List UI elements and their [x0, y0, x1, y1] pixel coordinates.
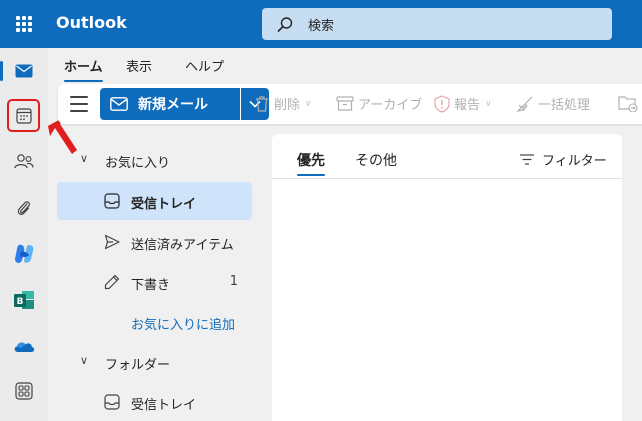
app-launcher-icon[interactable]	[16, 16, 32, 32]
tab-help[interactable]: ヘルプ	[185, 56, 224, 75]
tab-focused[interactable]: 優先	[297, 150, 325, 176]
folder-label: 下書き	[131, 278, 171, 293]
folder-label: 受信トレイ	[131, 398, 197, 413]
filter-button[interactable]: フィルター	[520, 150, 607, 169]
search-icon	[277, 17, 293, 32]
chevron-down-icon[interactable]: ∨	[80, 152, 88, 165]
folder-item-sent[interactable]: 送信済みアイテム	[57, 223, 252, 261]
folder-item-drafts[interactable]: 下書き 1	[57, 263, 252, 301]
folder-pane: ∨ お気に入り 受信トレイ 送信済みアイテム 下書き 1 お気に入りに追加 ∨ …	[48, 128, 262, 421]
command-toolbar: 新規メール 削除 ∨ アーカイブ 報告 ∨ 一括処理	[58, 84, 642, 124]
copilot-icon	[15, 244, 34, 263]
filter-label: フィルター	[542, 154, 607, 169]
search-placeholder: 検索	[308, 19, 335, 34]
favorites-header[interactable]: お気に入り	[105, 152, 170, 171]
new-mail-label: 新規メール	[138, 97, 208, 113]
calendar-highlight-box	[7, 99, 40, 132]
rail-mail[interactable]	[0, 56, 39, 86]
sweep-label: 一括処理	[538, 98, 591, 113]
folders-header[interactable]: フォルダー	[105, 354, 170, 373]
folder-item-inbox-favorite[interactable]: 受信トレイ	[57, 182, 252, 220]
rail-bookings[interactable]: B	[9, 285, 39, 315]
hamburger-menu-icon[interactable]	[70, 96, 88, 112]
new-mail-icon	[110, 97, 128, 111]
report-label: 報告	[454, 98, 481, 113]
rail-more-apps[interactable]	[9, 376, 39, 406]
message-list: 優先 その他 フィルター	[272, 134, 622, 421]
report-shield-icon	[434, 94, 450, 113]
pencil-icon	[104, 274, 120, 290]
rail-files[interactable]	[9, 194, 39, 224]
archive-button[interactable]: アーカイブ	[336, 94, 422, 113]
more-apps-icon	[15, 382, 33, 400]
archive-icon	[336, 95, 354, 111]
bookings-icon: B	[14, 291, 34, 309]
folder-label: 送信済みアイテム	[131, 238, 234, 253]
folder-move-icon	[618, 96, 638, 112]
tab-other[interactable]: その他	[355, 150, 397, 170]
top-bar: Outlook 検索	[0, 0, 642, 48]
rail-people[interactable]	[9, 146, 39, 176]
folder-item-inbox[interactable]: 受信トレイ	[57, 383, 252, 421]
app-title[interactable]: Outlook	[56, 13, 127, 32]
inbox-icon	[104, 394, 120, 410]
chevron-down-icon: ∨	[305, 98, 312, 109]
report-button[interactable]: 報告 ∨	[434, 94, 492, 113]
ribbon-tabs: ホーム 表示 ヘルプ	[48, 48, 642, 82]
onedrive-icon	[14, 342, 35, 352]
inbox-icon	[104, 193, 120, 209]
people-icon	[14, 154, 34, 169]
rail-copilot[interactable]	[9, 239, 39, 269]
send-icon	[104, 234, 120, 250]
trash-icon	[256, 95, 268, 112]
move-to-button[interactable]	[618, 94, 642, 112]
mail-icon	[15, 64, 33, 78]
svg-text:B: B	[17, 297, 24, 307]
tab-view[interactable]: 表示	[126, 56, 152, 75]
delete-label: 削除	[274, 98, 301, 113]
tab-home[interactable]: ホーム	[64, 56, 103, 82]
sweep-button[interactable]: 一括処理	[516, 94, 590, 113]
rail-onedrive[interactable]	[9, 331, 39, 361]
sweep-broom-icon	[516, 96, 533, 112]
add-favorite-link[interactable]: お気に入りに追加	[131, 314, 235, 333]
new-mail-button[interactable]: 新規メール	[100, 88, 240, 120]
delete-button[interactable]: 削除 ∨	[254, 94, 312, 113]
folder-label: 受信トレイ	[131, 197, 197, 212]
attachment-icon	[17, 201, 30, 216]
archive-label: アーカイブ	[358, 98, 423, 113]
unread-count: 1	[229, 274, 238, 289]
chevron-down-icon[interactable]: ∨	[80, 354, 88, 367]
search-box[interactable]: 検索	[262, 8, 612, 40]
list-divider	[272, 178, 622, 179]
chevron-down-icon: ∨	[485, 98, 492, 109]
filter-icon	[520, 154, 534, 165]
